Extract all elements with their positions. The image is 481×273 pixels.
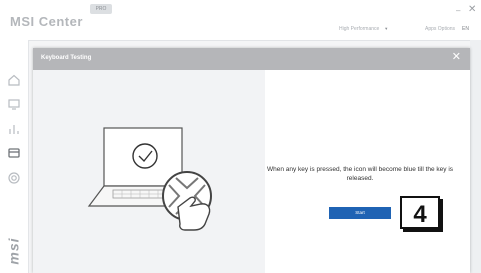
illustration-panel (33, 70, 265, 273)
sidebar: msi (0, 40, 29, 273)
laptop-screen (103, 127, 183, 187)
performance-mode-label: High Performance (339, 26, 380, 32)
monitor-icon[interactable] (7, 97, 21, 111)
start-button[interactable]: Start (329, 207, 391, 219)
step-number-badge: 4 (400, 196, 440, 229)
home-icon[interactable] (7, 73, 21, 87)
instruction-text: When any key is pressed, the icon will b… (266, 166, 454, 182)
chart-icon[interactable] (7, 122, 21, 136)
app-header: MSI Center PRO High Performance ▼ Apps Op… (0, 0, 481, 41)
settings-icon[interactable] (7, 171, 21, 185)
app-edition-badge: PRO (90, 4, 112, 14)
window-close-icon[interactable]: ✕ (468, 4, 476, 15)
chevron-down-icon: ▼ (384, 26, 389, 31)
apps-options-link[interactable]: Apps Options EN (425, 26, 469, 32)
language-label[interactable]: EN (462, 26, 469, 32)
laptop-keyboard-illustration (87, 127, 212, 231)
background-panel (470, 40, 481, 273)
minimize-icon[interactable]: – (456, 6, 460, 15)
dialog-header: Keyboard Testing ✕ (33, 48, 470, 70)
apps-options-label: Apps Options (425, 26, 456, 32)
app-title: MSI Center (10, 14, 83, 29)
msi-logo: msi (6, 237, 22, 265)
dialog-title: Keyboard Testing (41, 55, 92, 61)
dialog-close-icon[interactable]: ✕ (452, 52, 461, 63)
device-icon[interactable] (7, 146, 21, 160)
keyboard-testing-dialog: Keyboard Testing ✕ When any key is press… (33, 48, 470, 273)
performance-mode-select[interactable]: High Performance ▼ (339, 26, 388, 32)
